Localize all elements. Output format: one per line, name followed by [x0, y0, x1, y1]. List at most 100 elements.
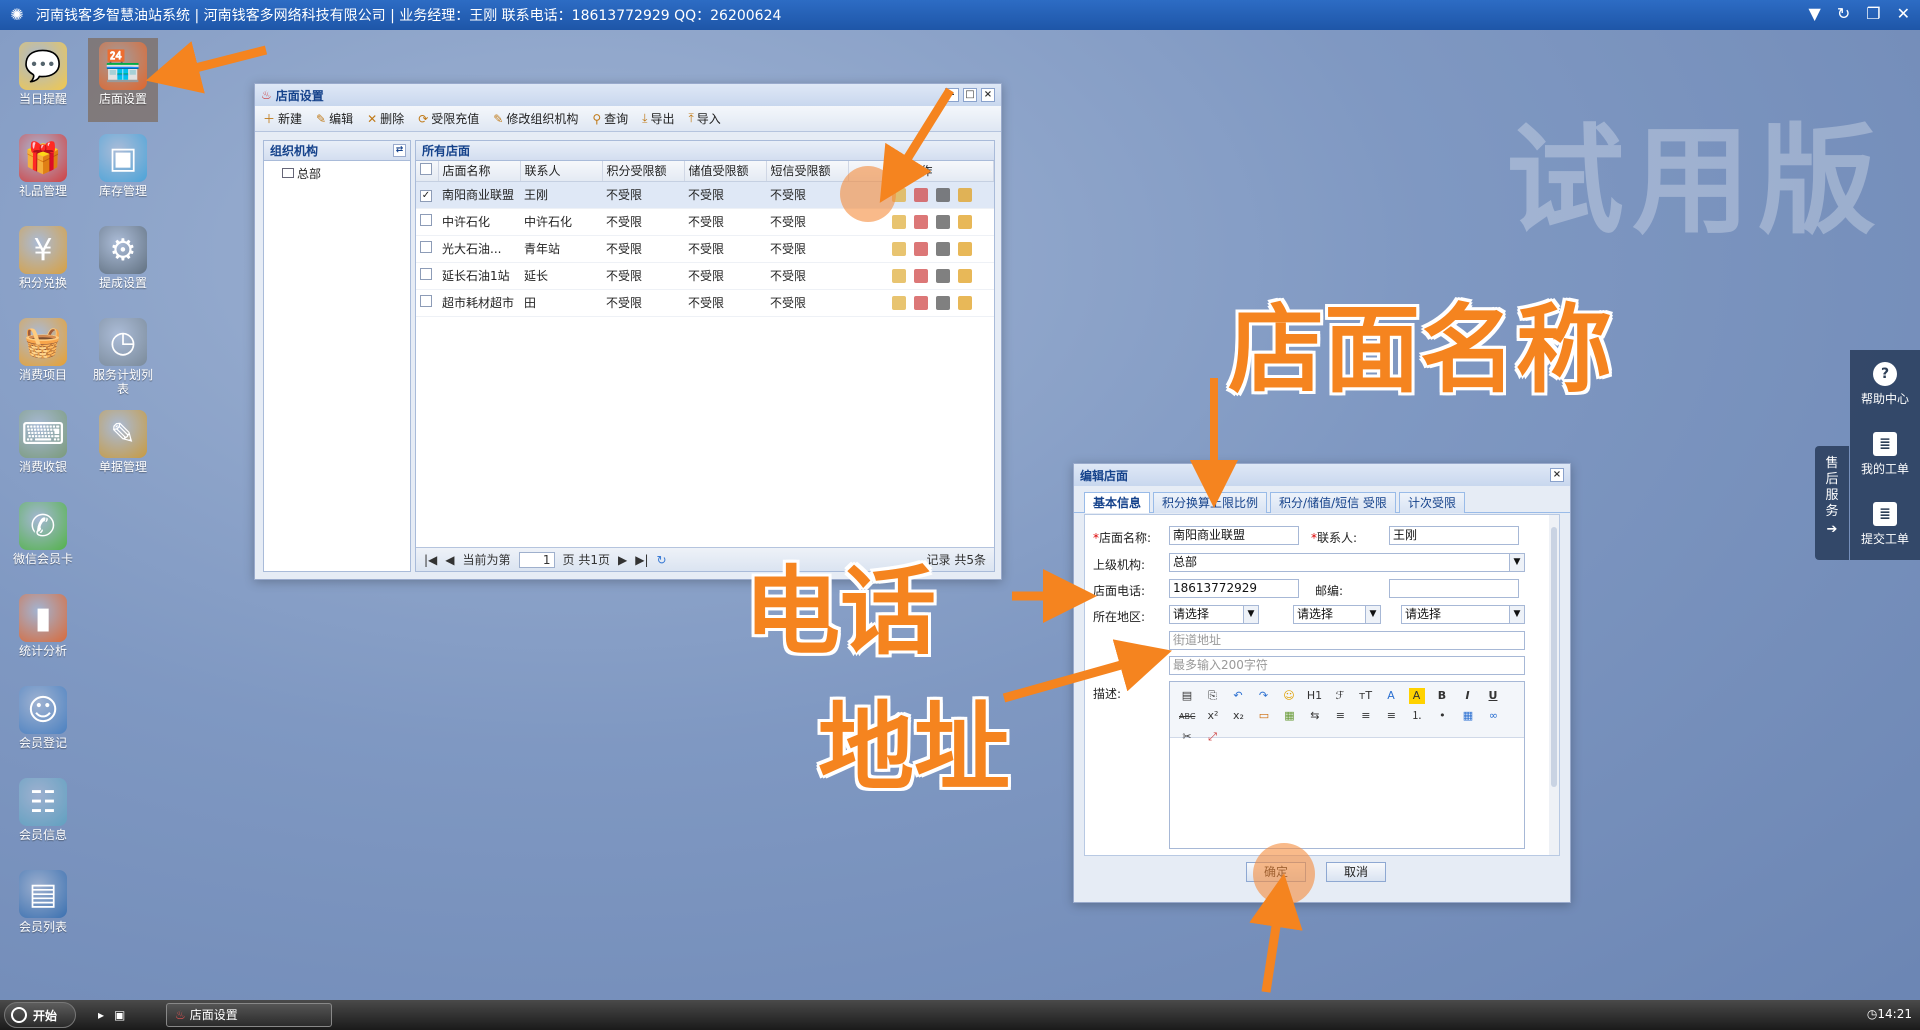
delete-row-icon[interactable] — [914, 295, 928, 310]
link-icon[interactable]: ∞ — [1485, 708, 1501, 724]
start-button[interactable]: 开始 — [4, 1002, 76, 1028]
phone-config-icon[interactable] — [936, 295, 950, 310]
desktop-icon-11[interactable]: ✆ 微信会员卡 — [8, 498, 78, 582]
row-checkbox[interactable] — [420, 214, 432, 226]
store-name-input[interactable]: 南阳商业联盟 — [1169, 526, 1299, 545]
desktop-icon-15[interactable]: ▤ 会员列表 — [8, 866, 78, 950]
dialog-close-button[interactable]: × — [1550, 468, 1564, 482]
maximize-button[interactable]: □ — [963, 88, 977, 102]
chevron-down-icon[interactable]: ▼ — [1509, 554, 1524, 571]
col-stored[interactable]: 储值受限额 — [684, 161, 767, 182]
phone-config-icon[interactable] — [936, 187, 950, 202]
cancel-button[interactable]: 取消 — [1326, 862, 1386, 882]
tab-limits[interactable]: 积分/储值/短信 受限 — [1270, 492, 1396, 513]
row-checkbox[interactable] — [420, 241, 432, 253]
search-button[interactable]: ⚲ 查询 — [592, 110, 628, 127]
row-checkbox[interactable] — [420, 268, 432, 280]
delete-button[interactable]: ✕ 删除 — [367, 110, 404, 127]
new-button[interactable]: ＋新建 — [263, 110, 302, 127]
collapse-icon[interactable]: ⇄ — [393, 144, 406, 157]
col-sms[interactable]: 短信受限额 — [766, 161, 849, 182]
row-checkbox[interactable] — [420, 295, 432, 307]
paste-icon[interactable]: ▤ — [1179, 688, 1195, 704]
export-button[interactable]: ⤓ 导出 — [642, 110, 674, 127]
minimize-button[interactable]: – — [945, 88, 959, 102]
desktop-icon-7[interactable]: 🧺 消费项目 — [8, 314, 78, 398]
edit-row-icon[interactable] — [892, 214, 906, 229]
row-select-cell[interactable] — [416, 289, 438, 317]
desktop-icon-10[interactable]: ✎ 单据管理 — [88, 406, 158, 490]
menu-dropdown-icon[interactable]: ▼ — [1809, 4, 1821, 23]
sms-config-icon[interactable] — [958, 241, 972, 256]
highlight-icon[interactable]: A — [1408, 688, 1425, 704]
bold-button[interactable]: B — [1434, 688, 1450, 704]
parent-org-select[interactable]: 总部 ▼ — [1169, 553, 1525, 572]
font-family-icon[interactable]: ℱ — [1332, 688, 1348, 704]
sms-config-icon[interactable] — [958, 187, 972, 202]
col-contact[interactable]: 联系人 — [520, 161, 603, 182]
last-page-icon[interactable]: ▶| — [635, 553, 648, 567]
remark-input[interactable]: 最多输入200字符 — [1169, 656, 1525, 675]
after-sales-tab[interactable]: 售后服务 ➔ — [1815, 446, 1849, 560]
chevron-down-icon[interactable]: ▼ — [1365, 606, 1380, 623]
contact-input[interactable]: 王刚 — [1389, 526, 1519, 545]
sms-config-icon[interactable] — [958, 268, 972, 283]
chevron-down-icon[interactable]: ▼ — [1509, 606, 1524, 623]
phone-input[interactable]: 18613772929 — [1169, 579, 1299, 598]
edit-button[interactable]: ✎ 编辑 — [316, 110, 353, 127]
show-desktop-icon[interactable]: ▣ — [114, 1008, 125, 1022]
delete-row-icon[interactable] — [914, 187, 928, 202]
align-left-icon[interactable]: ≡ — [1332, 708, 1348, 724]
italic-button[interactable]: I — [1460, 688, 1476, 704]
row-select-cell[interactable] — [416, 208, 438, 236]
desktop-icon-6[interactable]: ⚙ 提成设置 — [88, 222, 158, 306]
tab-points-ratio[interactable]: 积分换算上限比例 — [1153, 492, 1268, 513]
edit-row-icon[interactable] — [892, 268, 906, 283]
city-select[interactable]: 请选择 ▼ — [1293, 605, 1381, 624]
grid-icon[interactable]: ▦ — [1460, 708, 1476, 724]
col-points[interactable]: 积分受限额 — [602, 161, 685, 182]
chevron-down-icon[interactable]: ▼ — [1243, 606, 1258, 623]
zip-input[interactable] — [1389, 579, 1519, 598]
refresh-page-icon[interactable]: ↻ — [657, 553, 667, 567]
edit-row-icon[interactable] — [892, 295, 906, 310]
prev-page-icon[interactable]: ◀ — [445, 553, 454, 567]
delete-row-icon[interactable] — [914, 241, 928, 256]
delete-row-icon[interactable] — [914, 214, 928, 229]
underline-button[interactable]: U — [1485, 688, 1501, 704]
delete-row-icon[interactable] — [914, 268, 928, 283]
task-store-settings[interactable]: ♨ 店面设置 — [166, 1003, 332, 1027]
align-right-icon[interactable]: ≡ — [1383, 708, 1399, 724]
select-all-header[interactable] — [416, 161, 439, 182]
phone-config-icon[interactable] — [936, 214, 950, 229]
change-org-button[interactable]: ✎ 修改组织机构 — [493, 110, 578, 127]
desktop-icon-2[interactable]: 🏪 店面设置 — [88, 38, 158, 122]
phone-config-icon[interactable] — [936, 241, 950, 256]
font-color-icon[interactable]: A — [1383, 688, 1399, 704]
undo-icon[interactable]: ↶ — [1230, 688, 1246, 704]
desktop-icon-1[interactable]: 💬 当日提醒 — [8, 38, 78, 122]
image-icon[interactable]: ▭ — [1256, 708, 1272, 724]
desktop-icon-9[interactable]: ⌨ 消费收银 — [8, 406, 78, 490]
superscript-button[interactable]: x² — [1205, 708, 1221, 724]
scrollbar-thumb[interactable] — [1551, 527, 1557, 787]
table-row[interactable]: 中许石化 中许石化 不受限 不受限 不受限 — [416, 208, 994, 236]
table-row[interactable]: 延长石油1站 延长 不受限 不受限 不受限 — [416, 262, 994, 290]
strikethrough-button[interactable]: ABC — [1179, 709, 1195, 725]
quicklaunch-icon[interactable]: ▸ — [98, 1008, 104, 1022]
restore-icon[interactable]: ❐ — [1866, 4, 1880, 23]
select-all-checkbox[interactable] — [420, 163, 432, 176]
row-select-cell[interactable] — [416, 235, 438, 263]
form-scrollbar[interactable] — [1549, 515, 1559, 855]
heading-button[interactable]: H1 — [1307, 688, 1323, 704]
tab-count-limit[interactable]: 计次受限 — [1398, 492, 1465, 513]
table-row[interactable]: 超市耗材超市田不受限 不受限 不受限 — [416, 289, 994, 317]
submit-ticket-item[interactable]: ≣ 提交工单 — [1850, 490, 1920, 560]
desktop-icon-3[interactable]: 🎁 礼品管理 — [8, 130, 78, 214]
description-editor[interactable]: ▤ ⎘ ↶ ↷ ☺ H1 ℱ тT A A B I U ABC x² x₂ ▭ … — [1169, 681, 1525, 849]
desktop-icon-12[interactable]: ▮ 统计分析 — [8, 590, 78, 674]
street-address-input[interactable]: 街道地址 — [1169, 631, 1525, 650]
desktop-icon-13[interactable]: ☺ 会员登记 — [8, 682, 78, 766]
table-row[interactable]: 光大石油... 青年站 不受限 不受限 不受限 — [416, 235, 994, 263]
unordered-list-icon[interactable]: • — [1434, 708, 1450, 724]
